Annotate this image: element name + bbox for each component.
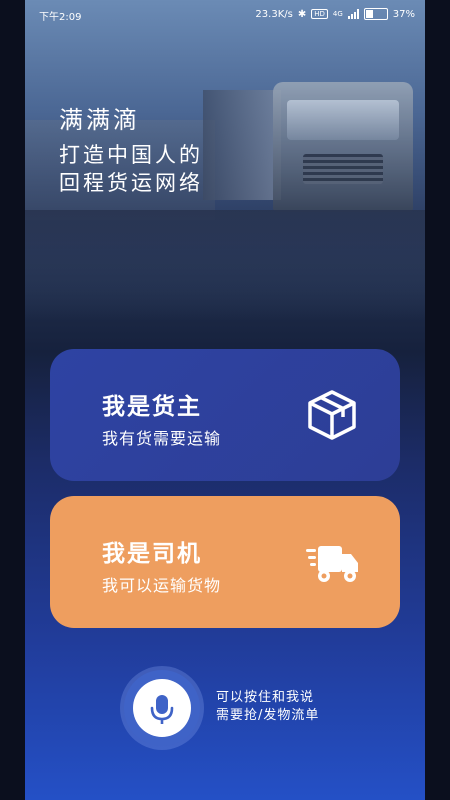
cargo-owner-subtitle: 我有货需要运输 xyxy=(102,429,222,448)
driver-card[interactable]: 我是司机 我可以运输货物 xyxy=(50,496,400,628)
voice-tip-line-1: 可以按住和我说 xyxy=(216,690,315,705)
slogan-line-2: 回程货运网络 xyxy=(59,171,203,195)
signal-label: 4G xyxy=(332,10,343,18)
package-box-icon xyxy=(308,390,356,440)
status-bar: 下午2:09 23.3K/s ✱ HD 4G 37% xyxy=(25,0,425,28)
microphone-icon xyxy=(150,695,174,724)
cargo-owner-title: 我是货主 xyxy=(102,394,202,420)
cargo-owner-card[interactable]: 我是货主 我有货需要运输 xyxy=(50,349,400,481)
battery-icon xyxy=(363,8,388,20)
hero-slogan: 满满滴 打造中国人的 回程货运网络 xyxy=(59,100,203,197)
delivery-truck-icon xyxy=(306,546,358,582)
bluetooth-icon: ✱ xyxy=(297,8,307,20)
voice-tip-line-2: 需要抢/发物流单 xyxy=(216,708,320,723)
network-speed: 23.3K/s xyxy=(255,8,293,20)
signal-icon xyxy=(347,9,359,19)
brand-name: 满满滴 xyxy=(59,106,140,134)
voice-input-button[interactable] xyxy=(124,670,200,746)
battery-level: 37% xyxy=(392,8,415,20)
app-screen: 下午2:09 23.3K/s ✱ HD 4G 37% 满满滴 打造中国人的 回程… xyxy=(25,0,425,800)
driver-subtitle: 我可以运输货物 xyxy=(102,576,222,595)
status-time: 下午2:09 xyxy=(39,12,82,23)
voice-tip: 可以按住和我说 需要抢/发物流单 xyxy=(216,689,319,725)
status-right-group: 23.3K/s ✱ HD 4G 37% xyxy=(255,8,415,20)
hd-icon: HD xyxy=(311,9,328,19)
voice-button-inner xyxy=(133,679,191,737)
slogan-line-1: 打造中国人的 xyxy=(59,143,203,167)
driver-title: 我是司机 xyxy=(102,541,202,567)
